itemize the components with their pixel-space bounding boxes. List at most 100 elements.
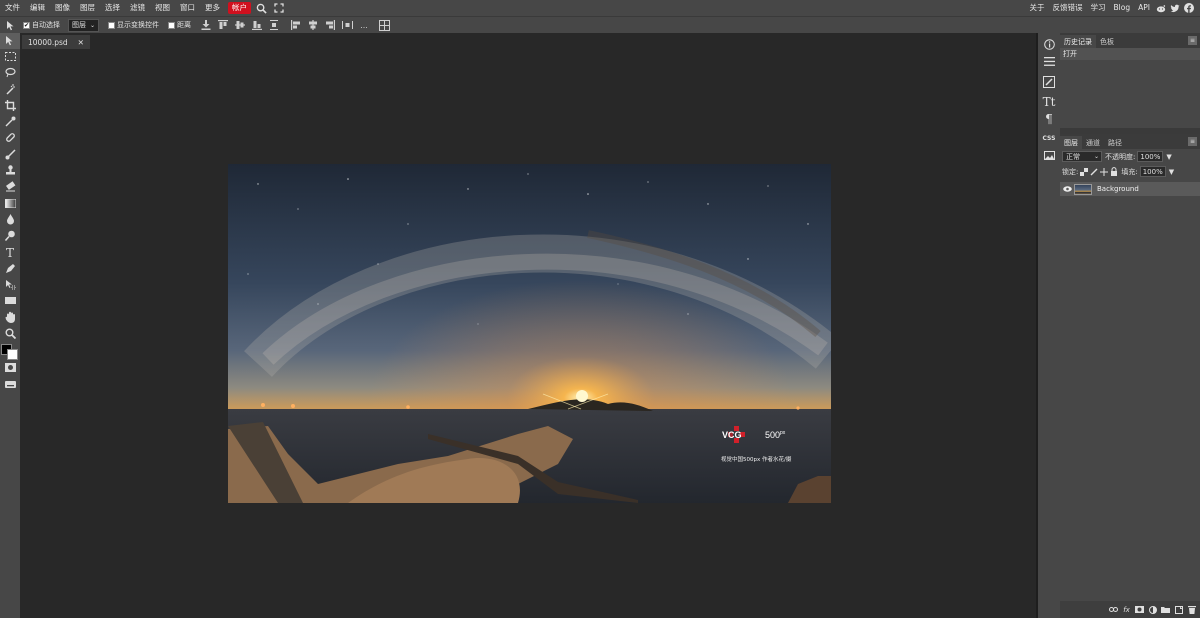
auto-select-target-dropdown[interactable]: 图层 ⌄ xyxy=(68,18,100,32)
show-transform-label: 显示变换控件 xyxy=(117,21,160,29)
trash-icon[interactable] xyxy=(1186,604,1197,616)
marquee-tool[interactable] xyxy=(0,49,20,65)
document-tab[interactable]: 10000.psd ✕ xyxy=(22,35,90,49)
quick-mask-tool[interactable] xyxy=(0,361,20,377)
hand-tool[interactable] xyxy=(0,310,20,326)
align-left-icon[interactable] xyxy=(289,17,303,33)
menu-account[interactable]: 帐户 xyxy=(228,2,251,14)
paragraph-icon[interactable]: ¶ xyxy=(1038,110,1060,127)
brush-settings-icon[interactable] xyxy=(1038,73,1060,90)
align-middle-icon[interactable] xyxy=(233,17,247,33)
caret-down-icon[interactable]: ▼ xyxy=(1169,168,1174,176)
align-top-icon[interactable] xyxy=(216,17,230,33)
fx-icon[interactable]: fx xyxy=(1121,604,1132,616)
tab-swatches[interactable]: 色板 xyxy=(1096,35,1118,48)
reddit-icon[interactable] xyxy=(1154,0,1168,16)
lock-position-icon[interactable] xyxy=(1099,166,1108,177)
info-icon[interactable] xyxy=(1038,36,1060,53)
menu-blog[interactable]: Blog xyxy=(1110,0,1135,16)
canvas-area[interactable]: VCG 500px 视觉中国500px 作者水花/摄 xyxy=(20,49,1036,618)
dodge-tool[interactable] xyxy=(0,229,20,245)
path-select-tool[interactable] xyxy=(0,277,20,293)
opacity-input[interactable]: 100% xyxy=(1137,151,1164,162)
panel-menu-icon[interactable]: ≡ xyxy=(1188,137,1197,146)
tab-layers[interactable]: 图层 xyxy=(1060,136,1082,149)
menu-about[interactable]: 关于 xyxy=(1026,0,1049,16)
background-color[interactable] xyxy=(7,348,18,360)
folder-icon[interactable] xyxy=(1160,604,1171,616)
distribute-horizontal-icon[interactable] xyxy=(340,17,354,33)
menu-api[interactable]: API xyxy=(1134,0,1154,16)
distance-checkbox[interactable]: 距离 xyxy=(168,20,191,30)
text-icon: T xyxy=(5,246,14,260)
distribute-vertical-icon[interactable] xyxy=(267,17,281,33)
layer-row[interactable]: Background xyxy=(1060,182,1200,196)
new-layer-icon[interactable] xyxy=(1173,604,1184,616)
menu-learn[interactable]: 学习 xyxy=(1087,0,1110,16)
magic-wand-tool[interactable] xyxy=(0,82,20,98)
link-icon[interactable] xyxy=(1108,604,1119,616)
character-icon[interactable]: Tt xyxy=(1038,93,1060,110)
eyedropper-tool[interactable] xyxy=(0,114,20,130)
zoom-tool[interactable] xyxy=(0,326,20,342)
image-icon[interactable] xyxy=(1038,147,1060,164)
align-bottom-icon[interactable] xyxy=(250,17,264,33)
keyboard-tool[interactable] xyxy=(0,377,20,393)
auto-select-target-value: 图层 xyxy=(72,21,86,29)
caret-down-icon[interactable]: ▼ xyxy=(1166,153,1171,161)
mask-icon[interactable] xyxy=(1134,604,1145,616)
blend-mode-dropdown[interactable]: 正常 ⌄ xyxy=(1062,151,1102,162)
eraser-tool[interactable] xyxy=(0,180,20,196)
watermark-500px: 500px xyxy=(765,430,786,440)
lasso-tool[interactable] xyxy=(0,66,20,82)
lock-all-icon[interactable] xyxy=(1109,166,1118,177)
show-transform-checkbox[interactable]: 显示变换控件 xyxy=(108,20,159,30)
lock-pixels-icon[interactable] xyxy=(1089,166,1098,177)
properties-icon[interactable] xyxy=(1038,53,1060,70)
gradient-tool[interactable] xyxy=(0,196,20,212)
tab-paths[interactable]: 路径 xyxy=(1104,136,1126,149)
auto-select-checkbox[interactable]: ✔ 自动选择 xyxy=(23,20,60,30)
grid-icon[interactable] xyxy=(377,17,391,33)
eye-icon[interactable] xyxy=(1060,186,1074,192)
type-tool[interactable]: T xyxy=(0,245,20,261)
shape-tool[interactable] xyxy=(0,294,20,310)
move-tool[interactable] xyxy=(0,33,20,50)
blur-tool[interactable] xyxy=(0,212,20,228)
menu-layer[interactable]: 图层 xyxy=(75,0,100,16)
facebook-icon[interactable] xyxy=(1182,0,1196,16)
panel-menu-icon[interactable]: ≡ xyxy=(1188,36,1197,45)
download-icon[interactable] xyxy=(199,17,213,33)
lock-transparency-icon[interactable] xyxy=(1079,166,1088,177)
healing-brush-tool[interactable] xyxy=(0,131,20,147)
fullscreen-icon[interactable] xyxy=(271,0,287,16)
menu-window[interactable]: 窗口 xyxy=(175,0,200,16)
menu-more[interactable]: 更多 xyxy=(200,0,225,16)
pen-tool[interactable] xyxy=(0,261,20,277)
move-tool-icon[interactable] xyxy=(3,17,17,33)
menu-filter[interactable]: 滤镜 xyxy=(125,0,150,16)
search-icon[interactable] xyxy=(253,0,269,16)
twitter-icon[interactable] xyxy=(1168,0,1182,16)
align-right-icon[interactable] xyxy=(323,17,337,33)
brush-tool[interactable] xyxy=(0,147,20,163)
menu-view[interactable]: 视图 xyxy=(150,0,175,16)
align-center-icon[interactable] xyxy=(306,17,320,33)
close-icon[interactable]: ✕ xyxy=(78,38,84,47)
history-item[interactable]: 打开 xyxy=(1060,48,1200,60)
lasso-icon xyxy=(4,67,16,80)
menu-edit[interactable]: 编辑 xyxy=(25,0,50,16)
clone-stamp-tool[interactable] xyxy=(0,163,20,179)
menu-select[interactable]: 选择 xyxy=(100,0,125,16)
tab-history[interactable]: 历史记录 xyxy=(1060,35,1096,48)
menu-file[interactable]: 文件 xyxy=(0,0,25,16)
menu-image[interactable]: 图像 xyxy=(50,0,75,16)
crop-tool[interactable] xyxy=(0,98,20,114)
fill-input[interactable]: 100% xyxy=(1139,166,1166,177)
color-swatches[interactable] xyxy=(0,343,20,361)
more-options[interactable]: ... xyxy=(357,17,371,33)
menu-report-bug[interactable]: 反馈错误 xyxy=(1049,0,1087,16)
tab-channels[interactable]: 通道 xyxy=(1082,136,1104,149)
adjustment-icon[interactable] xyxy=(1147,604,1158,616)
css-icon[interactable]: CSS xyxy=(1038,130,1060,147)
